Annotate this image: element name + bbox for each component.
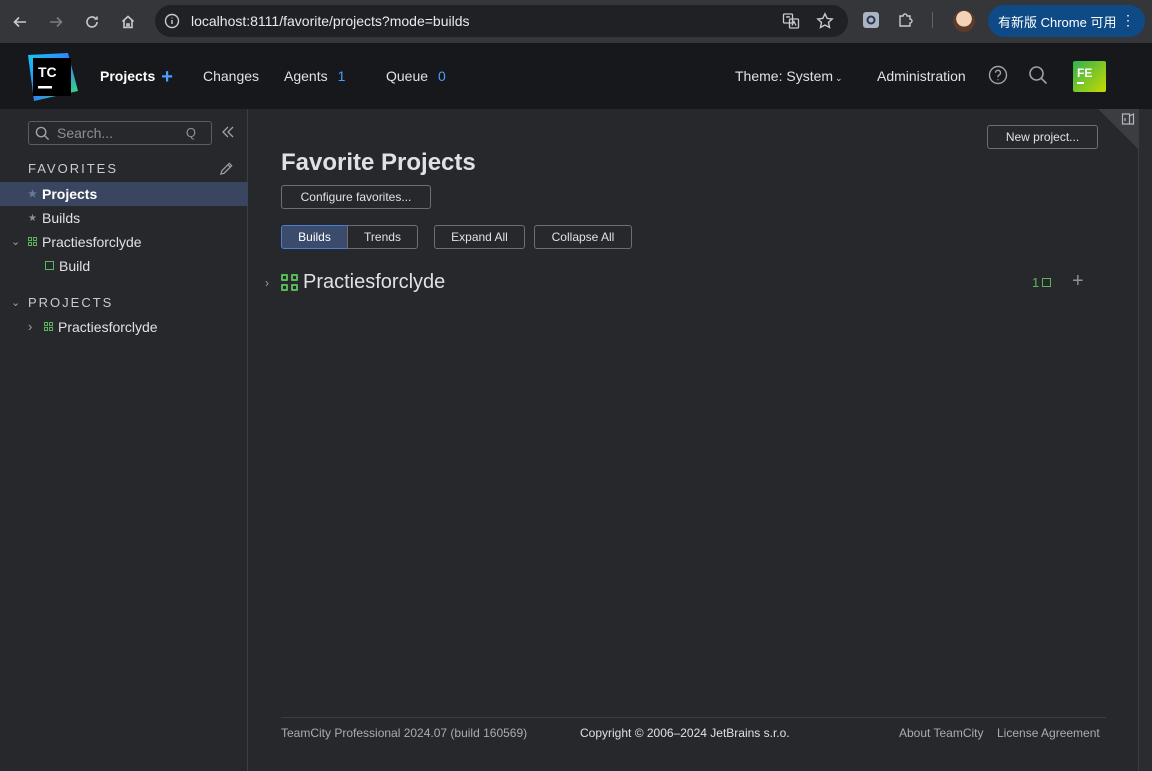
chevron-right-icon[interactable]: › [265, 276, 269, 290]
chrome-update-button[interactable]: 有新版 Chrome 可用 ⋮ [988, 5, 1145, 37]
translate-icon[interactable] [782, 12, 800, 30]
more-menu-icon[interactable]: ⋮ [1121, 13, 1135, 27]
site-info-icon[interactable] [164, 13, 180, 29]
nav-agents-label[interactable]: Agents [284, 68, 328, 84]
star-icon: ★ [28, 188, 37, 200]
sidebar-item-projects[interactable]: ★ Projects [0, 182, 248, 206]
nav-queue-label[interactable]: Queue [386, 68, 428, 84]
reload-icon[interactable] [78, 8, 106, 36]
sidebar: Search... Q FAVORITES ★ Projects ★ Build… [0, 109, 248, 771]
configure-favorites-button[interactable]: Configure favorites... [281, 185, 431, 209]
bookmark-star-icon[interactable] [816, 12, 834, 30]
project-icon [44, 322, 54, 332]
sidebar-item-label[interactable]: Projects [42, 186, 97, 202]
footer-version: TeamCity Professional 2024.07 (build 160… [281, 726, 528, 740]
add-project-icon[interactable]: + [161, 66, 173, 88]
home-icon[interactable] [114, 8, 142, 36]
scrollbar-gutter[interactable] [1138, 109, 1152, 771]
nav-projects-label[interactable]: Projects [100, 68, 155, 84]
agents-count[interactable]: 1 [338, 68, 346, 84]
extension-app-icon[interactable] [862, 11, 880, 29]
tab-trends[interactable]: Trends [347, 225, 418, 249]
main-content: New project... Favorite Projects Configu… [249, 109, 1152, 771]
user-avatar[interactable]: FE [1073, 61, 1106, 92]
nav-queue[interactable]: Queue 0 [386, 68, 446, 84]
search-icon[interactable] [1028, 65, 1048, 90]
sidebar-item-project[interactable]: › Practiesforclyde [0, 315, 248, 339]
sidebar-item-label[interactable]: Practiesforclyde [42, 234, 142, 250]
forward-icon[interactable] [42, 8, 70, 36]
build-config-icon [45, 261, 54, 270]
edit-favorites-icon[interactable] [219, 161, 234, 181]
tab-builds[interactable]: Builds [281, 225, 348, 249]
nav-administration[interactable]: Administration [877, 68, 966, 84]
address-bar[interactable]: localhost:8111/favorite/projects?mode=bu… [155, 5, 848, 37]
new-project-button[interactable]: New project... [987, 125, 1098, 149]
project-name[interactable]: Practiesforclyde [303, 271, 445, 294]
teamcity-logo[interactable]: TC [28, 53, 78, 101]
page-title: Favorite Projects [281, 149, 476, 176]
chevron-down-icon[interactable]: ⌄ [11, 235, 20, 248]
sidebar-item-label[interactable]: Practiesforclyde [58, 319, 158, 335]
sidebar-item-label[interactable]: Build [59, 258, 90, 274]
queue-count[interactable]: 0 [438, 68, 446, 84]
build-count: 1 [1032, 275, 1040, 290]
project-icon [281, 274, 299, 292]
toolbar-divider [932, 12, 933, 28]
browser-toolbar: localhost:8111/favorite/projects?mode=bu… [0, 0, 1152, 43]
chevron-down-icon: ⌄ [835, 73, 843, 83]
theme-label[interactable]: Theme: System [735, 68, 833, 84]
build-config-icon [1042, 278, 1052, 287]
about-teamcity-link[interactable]: About TeamCity [899, 726, 984, 740]
footer-divider [281, 717, 1106, 718]
add-icon[interactable]: + [1072, 271, 1084, 291]
profile-avatar[interactable] [953, 10, 975, 32]
star-icon: ★ [28, 212, 37, 224]
app-header: TC Projects + Changes Agents 1 Queue 0 Them… [0, 43, 1152, 109]
build-count-badge[interactable]: 1 [1032, 275, 1052, 290]
sidebar-item-label[interactable]: Builds [42, 210, 80, 226]
favorites-section-title: FAVORITES [28, 161, 118, 176]
nav-projects[interactable]: Projects + [100, 67, 173, 87]
sidebar-item-builds[interactable]: ★ Builds [0, 206, 248, 230]
back-icon[interactable] [6, 8, 34, 36]
footer-copyright: Copyright © 2006–2024 JetBrains s.r.o. [580, 726, 790, 740]
sidebar-item-build[interactable]: Build [0, 254, 248, 278]
expand-all-button[interactable]: Expand All [434, 225, 525, 249]
extensions-puzzle-icon[interactable] [897, 11, 915, 29]
logo-text: TC [38, 64, 57, 80]
update-label: 有新版 Chrome 可用 [998, 14, 1117, 30]
theme-selector[interactable]: Theme: System ⌄ [735, 68, 843, 84]
search-shortcut: Q [185, 125, 196, 140]
search-placeholder: Search... [57, 125, 114, 141]
sidebar-search-input[interactable]: Search... Q [28, 121, 212, 145]
collapse-all-button[interactable]: Collapse All [534, 225, 632, 249]
switch-ui-icon[interactable] [1121, 112, 1135, 131]
avatar-initials: FE [1077, 66, 1093, 80]
collapse-sidebar-icon[interactable] [221, 125, 235, 144]
url-text[interactable]: localhost:8111/favorite/projects?mode=bu… [191, 13, 469, 29]
sidebar-item-practiesforclyde[interactable]: ⌄ Practiesforclyde [0, 230, 248, 254]
search-icon [35, 126, 50, 140]
chevron-down-icon[interactable]: ⌄ [11, 296, 20, 309]
nav-agents[interactable]: Agents 1 [284, 68, 345, 84]
license-agreement-link[interactable]: License Agreement [997, 726, 1100, 740]
projects-section-title[interactable]: PROJECTS [28, 295, 113, 310]
chevron-right-icon[interactable]: › [28, 319, 32, 334]
help-icon[interactable] [988, 65, 1008, 90]
project-icon [28, 237, 38, 247]
nav-changes[interactable]: Changes [203, 68, 259, 84]
